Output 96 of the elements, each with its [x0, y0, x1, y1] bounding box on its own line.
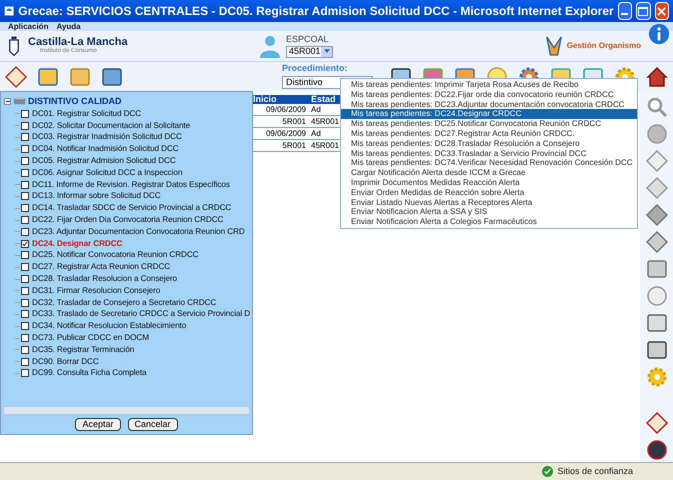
checkbox[interactable] — [21, 275, 29, 284]
menu-item[interactable]: Ayuda — [56, 22, 81, 30]
checkbox[interactable] — [21, 168, 29, 177]
procedure-label: Procedimiento: — [282, 64, 349, 73]
checkbox[interactable] — [21, 322, 29, 330]
tree-item[interactable]: DC99. Consulta Ficha Completa — [32, 369, 147, 378]
minimize-button[interactable] — [618, 2, 632, 20]
tree-item[interactable]: DC34. Notificar Resolucion Establecimiento — [32, 322, 186, 330]
browser-icon — [4, 4, 14, 18]
checkbox[interactable] — [21, 298, 29, 307]
menu-option[interactable]: Mis tareas pendientes: DC27.Registrar Acta Reunión CRDCC. — [341, 128, 637, 139]
checkbox[interactable] — [21, 240, 29, 248]
dropdown-arrow-icon — [324, 49, 330, 54]
user-icon — [258, 33, 282, 59]
tree-item[interactable]: DC04. Notificar Inadmisión Solicitud DCC — [32, 145, 179, 154]
menu-option[interactable]: Mis tareas pendientes: DC22.Fijar orde dia convocatorio reunión CRDCC — [341, 90, 637, 100]
checkbox[interactable] — [21, 192, 29, 200]
menu-option[interactable]: Enviar Listado Nuevas Alertas a Receptores Alerta — [341, 198, 637, 208]
dialog-button[interactable]: Cancelar — [128, 418, 178, 431]
tree-item[interactable]: DC32. Trasladar de Consejero a Secretario CRDCC — [32, 298, 216, 307]
checkbox[interactable] — [21, 133, 29, 142]
tree-item[interactable]: DC22. Fijar Orden Dia Convocatoria Reunion CRDCC — [32, 216, 224, 224]
table-cell-text: 09/06/2009 — [264, 128, 307, 139]
menu-option[interactable]: Mis tareas pendientes: DC28.Trasladar Resolución a Consejero — [341, 138, 637, 149]
security-zone: Sitios de confianza — [557, 464, 633, 478]
menu-option[interactable]: Enviar Orden Medidas de Reacción sobre Alerta — [341, 188, 637, 198]
home-icon[interactable] — [645, 64, 669, 88]
checkbox[interactable] — [21, 334, 29, 342]
menu-option[interactable]: Enviar Notificacion Alerta a Colegios Farmacéuticos — [341, 217, 637, 227]
table-cell-text: 5R001 — [281, 116, 307, 127]
management-link[interactable]: Gestión Organismo — [566, 40, 641, 52]
checkbox[interactable] — [21, 110, 29, 118]
checkbox[interactable] — [21, 228, 29, 236]
table-cell-text: 09/06/2009 — [264, 104, 307, 115]
menu-option[interactable]: Mis tareas pendientes: DC24.Designar CRDCC — [341, 109, 637, 120]
table-cell-text: 45R001 — [310, 140, 340, 151]
tree-item[interactable]: DC02. Solicitar Documentacion al Solicitante — [32, 122, 190, 130]
checkbox[interactable] — [21, 216, 29, 224]
tree-item[interactable]: DC06. Asignar Solicitud DCC a Inspeccion — [32, 168, 182, 177]
tree-item[interactable]: DC11. Informe de Revision. Registrar Datos Específicos — [32, 180, 230, 189]
drive-icon — [13, 96, 26, 106]
column-header: Estad — [310, 95, 336, 104]
table-cell-text: Ad — [310, 104, 321, 115]
close-button[interactable] — [654, 2, 669, 20]
menu-item[interactable]: Aplicación — [8, 22, 48, 30]
info-icon[interactable] — [648, 23, 670, 45]
tree-item[interactable]: DC28. Trasladar Resolucion a Consejero — [32, 274, 178, 284]
tree-item[interactable]: DC05. Registrar Admision Solicitud DCC — [32, 156, 176, 166]
user-name: ESPCOAL — [286, 34, 330, 44]
tree-item[interactable]: DC25. Notificar Convocatoria Reunion CRDCC — [32, 251, 198, 260]
checkbox[interactable] — [21, 369, 29, 378]
tree-item[interactable]: DC33. Traslado de Secretario CRDCC a Servicio Provincial D — [32, 310, 250, 319]
collapse-toggle[interactable] — [4, 98, 11, 104]
checkbox[interactable] — [21, 204, 29, 212]
tree-item[interactable]: DC14. Trasladar SDCC de Servicio Provincial a CRDCC — [32, 204, 232, 212]
checkbox[interactable] — [21, 286, 29, 295]
tree-root[interactable]: DISTINTIVO CALIDAD — [28, 96, 122, 106]
tree-item[interactable]: DC31. Firmar Resolucion Consejero — [32, 286, 160, 295]
tree-item[interactable]: DC01. Registrar Solicitud DCC — [32, 110, 142, 118]
column-header: Inicio — [253, 95, 278, 104]
menu-option[interactable]: Mis tareas pendientes: DC74.Verificar Necesidad Renovación Concesión DCC — [341, 158, 637, 168]
window-title: Grecae: SERVICIOS CENTRALES - DC05. Registrar Admision Solicitud DCC - Microsoft Internet Explorer — [18, 3, 614, 20]
checkbox[interactable] — [21, 263, 29, 272]
check-circle-icon — [542, 466, 554, 477]
close-icon — [657, 6, 666, 16]
menu-option[interactable]: Mis tareas pendientes: DC23.Adjuntar documentación convocatoria CRDCC — [341, 100, 637, 110]
menu-option[interactable]: Mis tareas pendientes: DC33.Trasladar a Servicio Provincial DCC — [341, 148, 637, 158]
checkbox[interactable] — [21, 346, 29, 354]
horizontal-scrollbar[interactable] — [3, 406, 250, 415]
checkbox[interactable] — [21, 310, 29, 318]
checkbox[interactable] — [21, 145, 29, 154]
organization-name: Castilla-La Mancha — [28, 36, 129, 48]
maximize-button[interactable] — [636, 2, 651, 20]
logo-icon — [544, 35, 563, 57]
tree-item[interactable]: DC23. Adjuntar Documentacion Convocatoria Reunion CRD — [32, 228, 245, 236]
checkbox[interactable] — [21, 157, 29, 166]
dialog-button[interactable]: Aceptar — [75, 418, 120, 431]
tree-item[interactable]: DC35. Registrar Terminación — [32, 346, 134, 354]
tree-item[interactable]: DC27. Registrar Acta Reunion CRDCC — [32, 263, 170, 272]
tree-item[interactable]: DC03. Registrar Inadmisión Solicitud DCC — [32, 133, 182, 142]
checkbox[interactable] — [21, 180, 29, 189]
tree-item[interactable]: DC13. Informar sobre Solicitud DCC — [32, 192, 161, 201]
menu-option[interactable]: Cargar Notificación Alerta desde ICCM a Grecae — [341, 168, 637, 178]
tree-item[interactable]: DC90. Borrar DCC — [32, 358, 99, 366]
check-icon — [22, 240, 28, 247]
menu-option[interactable]: Mis tareas pendientes: DC25.Notificar Convocatoria Reunión CRDCC — [341, 119, 637, 129]
tree-item[interactable]: DC73. Publicar CDCC en DOCM — [32, 334, 149, 342]
table-cell-text: 45R001 — [310, 116, 340, 127]
menu-option[interactable]: Enviar Notificacion Alerta a SSA y SIS — [341, 207, 637, 218]
checkbox[interactable] — [21, 251, 29, 260]
menu-option[interactable]: Imprimir Documentos Medidas Reacción Alerta — [341, 178, 637, 188]
table-cell-text: Ad — [310, 128, 321, 139]
checkbox[interactable] — [21, 122, 29, 130]
table-cell-text: 5R001 — [281, 140, 307, 151]
checkbox[interactable] — [21, 358, 29, 366]
user-select[interactable]: 45R001 — [286, 46, 333, 58]
